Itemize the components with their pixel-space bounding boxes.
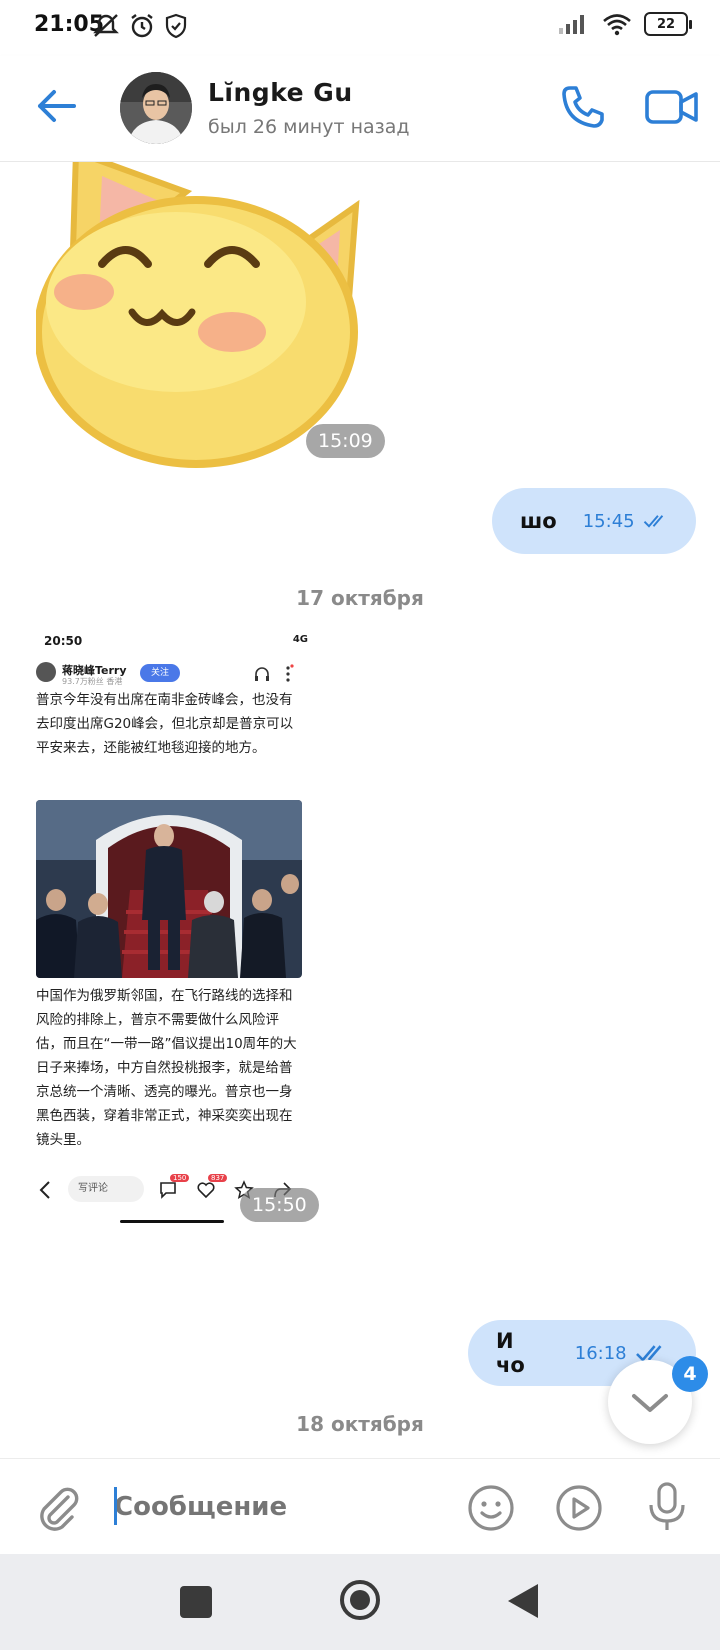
signal-icon [559, 15, 584, 34]
video-message-icon[interactable] [554, 1483, 604, 1533]
message-time: 15:45 [582, 510, 635, 532]
message-list[interactable]: 15:09 шо 15:45 17 октября 20:50 4G 蒋晓峰Te… [0, 162, 720, 1458]
shot-paragraph-2: 中国作为俄罗斯邻国，在飞行路线的选择和风险的排除上，普京不需要做什么风险评估，而… [36, 988, 297, 1148]
avatar-photo [120, 72, 192, 144]
headphones-icon [255, 667, 269, 681]
shot-home-indicator [120, 1220, 224, 1223]
shot-author-avatar [36, 662, 56, 682]
status-icons-left [92, 12, 188, 40]
back-button[interactable] [506, 1582, 540, 1620]
message-text: шо [520, 509, 557, 533]
message-composer [0, 1458, 720, 1554]
shot-status-time: 20:50 [44, 634, 83, 648]
shot-network: 4G [292, 634, 308, 645]
shot-like-count: 837 [208, 1174, 228, 1182]
mute-icon [93, 14, 119, 37]
home-button[interactable] [338, 1578, 382, 1622]
recent-apps-button[interactable] [180, 1586, 212, 1618]
shot-comment-icon [160, 1182, 176, 1199]
chat-header: Lĭngke Gu был 26 минут назад [0, 56, 720, 162]
shot-author-sub: 93.7万粉丝 香港 [62, 677, 123, 686]
last-seen-status: был 26 минут назад [208, 116, 410, 138]
system-nav-bar [0, 1554, 720, 1650]
back-arrow-icon[interactable] [34, 84, 78, 128]
outgoing-message[interactable]: шо 15:45 [492, 488, 696, 554]
news-photo [36, 800, 302, 978]
text-cursor [114, 1487, 117, 1525]
message-time: 15:09 [306, 424, 385, 458]
date-separator: 17 октября [296, 586, 424, 610]
phone-icon[interactable] [558, 82, 608, 132]
shot-heart-icon [197, 1182, 215, 1199]
shot-comment-input: 写评论 [68, 1176, 144, 1202]
battery-level: 22 [656, 16, 676, 32]
battery-icon: 22 [644, 12, 692, 36]
paperclip-icon[interactable] [34, 1483, 80, 1531]
shot-comment-count: 150 [170, 1174, 190, 1182]
shot-back-icon [39, 1181, 50, 1199]
shot-follow-button: 关注 [140, 664, 180, 682]
more-icon [286, 664, 294, 682]
image-message[interactable]: 20:50 4G 蒋晓峰Terry 93.7万粉丝 香港 关注 普京今年没有出席… [30, 628, 314, 1248]
status-bar: 21:05 22 [0, 0, 720, 56]
message-text: И чо [496, 1329, 525, 1377]
contact-name[interactable]: Lĭngke Gu [208, 78, 353, 107]
shot-paragraph-1: 普京今年没有出席在南非金砖峰会，也没有去印度出席G20峰会，但北京却是普京可以平… [36, 692, 294, 756]
microphone-icon[interactable] [644, 1481, 690, 1533]
avatar[interactable] [120, 72, 192, 144]
emoji-icon[interactable] [466, 1483, 516, 1533]
wifi-icon [603, 14, 631, 36]
status-icons-right: 22 [558, 12, 692, 36]
double-check-icon [643, 515, 663, 528]
message-input[interactable] [114, 1487, 434, 1527]
video-camera-icon[interactable] [644, 84, 700, 130]
message-time: 15:50 [240, 1188, 319, 1222]
shield-icon [165, 13, 187, 39]
unread-badge: 4 [672, 1356, 708, 1392]
alarm-icon [131, 14, 153, 38]
